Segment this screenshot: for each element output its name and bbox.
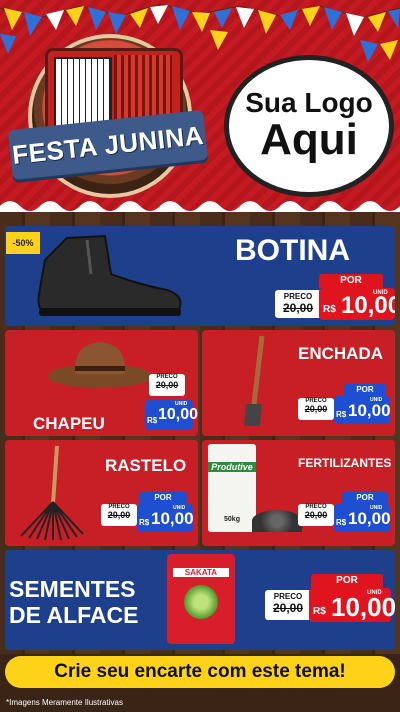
price: 10,00 bbox=[331, 592, 395, 622]
discount-badge: -50% bbox=[6, 232, 40, 254]
product-name-line-2: DE ALFACE bbox=[9, 602, 139, 628]
preco-box: PRECO 20,00 bbox=[265, 590, 311, 620]
fertilizer-pile bbox=[252, 510, 302, 532]
price-box: R$ 10,00 UNID bbox=[145, 400, 198, 430]
currency: R$ bbox=[147, 416, 158, 425]
price-box: R$ 10,00 UNID bbox=[334, 396, 391, 424]
currency: R$ bbox=[139, 518, 150, 527]
currency: R$ bbox=[313, 606, 326, 617]
preco-box: PRECO 20,00 bbox=[149, 374, 185, 396]
currency: R$ bbox=[336, 518, 347, 527]
product-name: CHAPEU bbox=[33, 414, 105, 433]
lettuce-image bbox=[184, 585, 218, 619]
product-name: BOTINA bbox=[235, 234, 350, 267]
product-card-enchada: ENCHADA POR PRECO 20,00 R$ 10,00 UNID bbox=[202, 330, 395, 436]
por-label: POR bbox=[319, 274, 383, 288]
preco-box: PRECO 20,00 bbox=[275, 290, 321, 318]
seed-package: SAKATA bbox=[167, 554, 235, 644]
logo-line-2: Aqui bbox=[260, 114, 358, 164]
unit-label: UNID bbox=[175, 401, 188, 407]
price: 10,00 bbox=[151, 509, 194, 528]
unit-label: UNID bbox=[370, 505, 383, 511]
price-box: R$ 10,00 UNID bbox=[309, 588, 395, 622]
unit-label: UNID bbox=[173, 505, 186, 511]
price: 10,00 bbox=[348, 401, 391, 420]
old-price: 20,00 bbox=[282, 301, 314, 315]
price-box: R$ 10,00 UNID bbox=[319, 288, 395, 320]
price-box: R$ 10,00 UNID bbox=[137, 504, 194, 532]
old-price: 20,00 bbox=[155, 380, 179, 390]
rake-image bbox=[20, 445, 84, 541]
product-card-fertilizantes: Produtive 50kg FERTILIZANTES POR PRECO 2… bbox=[202, 440, 395, 546]
fertilizer-brand: Produtive bbox=[208, 462, 256, 472]
old-price: 20,00 bbox=[107, 510, 131, 520]
wave-border bbox=[0, 201, 400, 212]
preco-label: PRECO bbox=[283, 292, 313, 301]
unit-label: UNID bbox=[373, 290, 388, 296]
product-name: ENCHADA bbox=[298, 344, 383, 363]
currency: R$ bbox=[336, 410, 347, 419]
logo-line-1: Sua Logo bbox=[245, 86, 373, 118]
price-box: R$ 10,00 UNID bbox=[334, 504, 391, 532]
product-card-rastelo: RASTELO POR PRECO 20,00 R$ 10,00 UNID bbox=[5, 440, 198, 546]
hoe-image bbox=[244, 335, 265, 426]
fertilizer-bag: Produtive 50kg bbox=[208, 444, 256, 532]
price: 10,00 bbox=[341, 292, 395, 319]
hat-image bbox=[48, 342, 152, 388]
price: 10,00 bbox=[158, 406, 198, 423]
header: FESTA JUNINA Sua Logo Aqui bbox=[0, 0, 400, 212]
seed-brand: SAKATA bbox=[173, 568, 229, 577]
product-card-botina: BOTINA POR PRECO 20,00 R$ 10,00 UNID bbox=[5, 226, 395, 326]
old-price: 20,00 bbox=[272, 601, 304, 615]
unit-label: UNID bbox=[370, 397, 383, 403]
preco-box: PRECO 20,00 bbox=[101, 504, 137, 526]
product-name: RASTELO bbox=[105, 456, 187, 475]
cta-button[interactable]: Crie seu encarte com este tema! bbox=[5, 656, 395, 688]
preco-label: PRECO bbox=[273, 592, 303, 601]
banner-text: FESTA JUNINA bbox=[10, 119, 206, 170]
cta-label: Crie seu encarte com este tema! bbox=[54, 661, 346, 682]
logo-placeholder: Sua Logo Aqui bbox=[224, 55, 394, 197]
boot-image bbox=[37, 234, 182, 316]
product-card-sementes: SEMENTES DE ALFACE SAKATA POR PRECO 20,0… bbox=[5, 550, 395, 650]
old-price: 20,00 bbox=[304, 404, 328, 414]
por-label: POR bbox=[344, 384, 386, 396]
preco-box: PRECO 20,00 bbox=[298, 398, 334, 420]
unit-label: UNID bbox=[367, 590, 382, 596]
disclaimer: *Imagens Meramente Ilustrativas bbox=[6, 698, 123, 707]
preco-box: PRECO 20,00 bbox=[298, 504, 334, 526]
currency: R$ bbox=[323, 304, 336, 315]
price: 10,00 bbox=[348, 509, 391, 528]
product-card-chapeu: CHAPEU PRECO 20,00 R$ 10,00 UNID bbox=[5, 330, 198, 436]
por-label: POR bbox=[311, 574, 383, 588]
product-name-line-1: SEMENTES bbox=[9, 576, 136, 602]
fertilizer-weight: 50kg bbox=[224, 516, 240, 523]
por-label: POR bbox=[342, 492, 388, 504]
product-name: FERTILIZANTES bbox=[298, 456, 392, 470]
por-label: POR bbox=[139, 492, 187, 504]
old-price: 20,00 bbox=[304, 510, 328, 520]
